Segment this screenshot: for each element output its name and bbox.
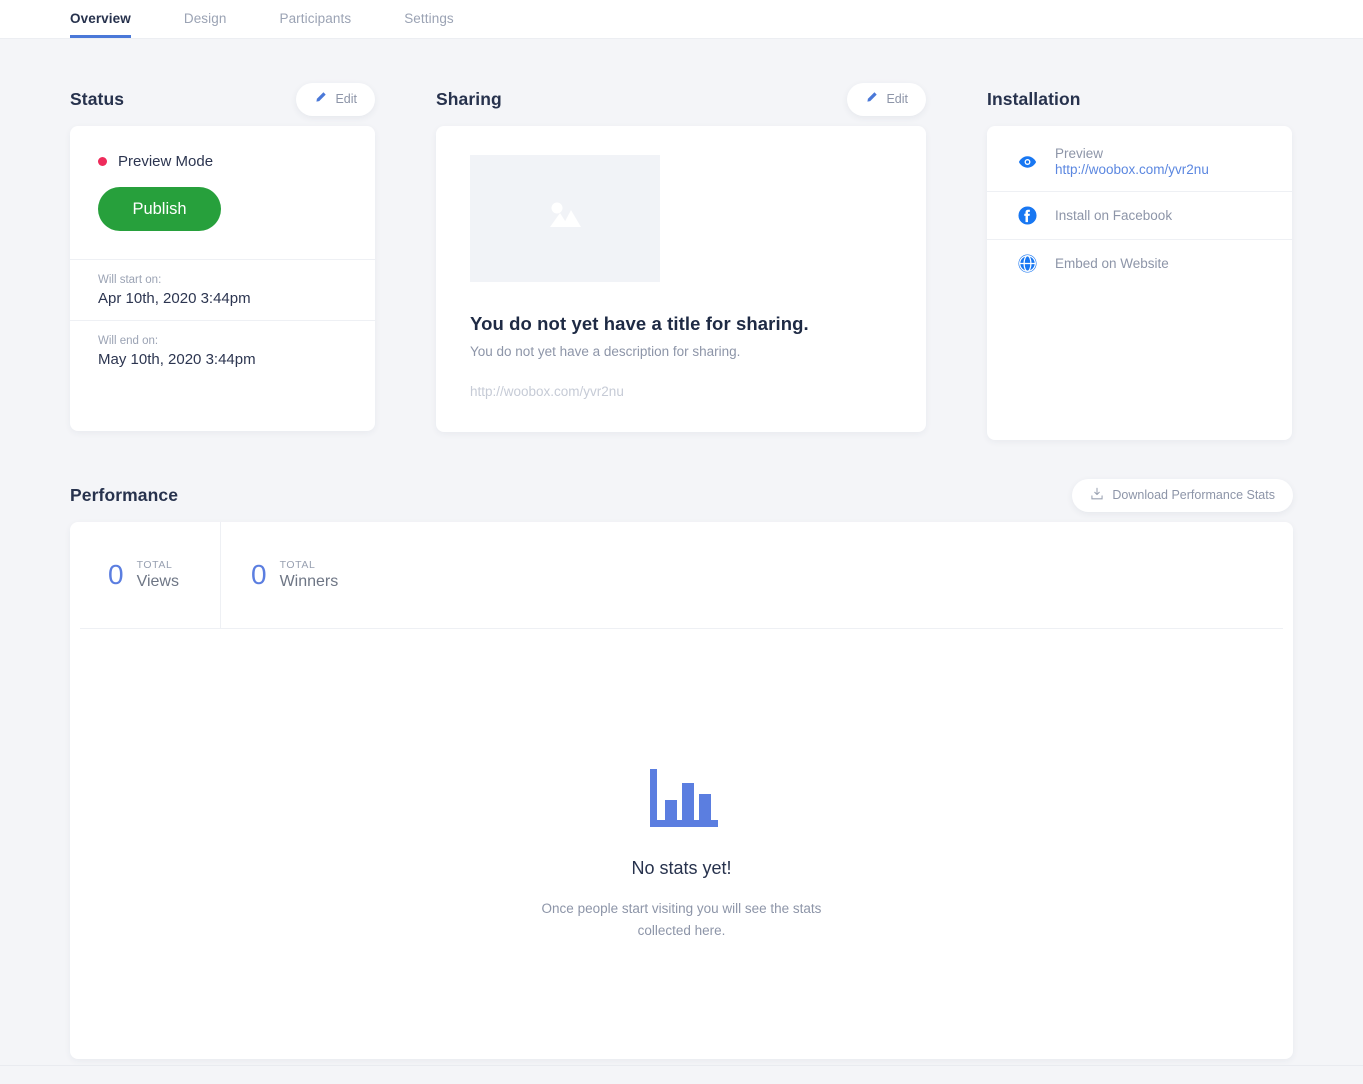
- install-preview-label: Preview: [1055, 146, 1209, 161]
- sharing-title-text: You do not yet have a title for sharing.: [470, 313, 892, 335]
- pencil-icon: [314, 91, 327, 107]
- performance-title: Performance: [70, 485, 178, 506]
- installation-header: Installation: [987, 80, 1292, 118]
- sharing-edit-button[interactable]: Edit: [847, 83, 926, 116]
- status-edit-label: Edit: [335, 92, 357, 106]
- tab-participants[interactable]: Participants: [279, 11, 351, 38]
- publish-button[interactable]: Publish: [98, 187, 221, 231]
- performance-empty-state: No stats yet! Once people start visiting…: [70, 769, 1293, 943]
- performance-empty-title: No stats yet!: [70, 858, 1293, 879]
- install-facebook-label: Install on Facebook: [1055, 208, 1172, 223]
- sharing-url-text: http://woobox.com/yvr2nu: [470, 384, 892, 399]
- tab-settings[interactable]: Settings: [404, 11, 454, 38]
- performance-divider: [80, 628, 1283, 629]
- stat-winners-name: Winners: [280, 572, 339, 591]
- pencil-icon: [865, 91, 878, 107]
- bar-chart-icon-wrap: [70, 769, 1293, 836]
- stat-views-meta: TOTAL Views: [137, 559, 179, 591]
- status-card-top: Preview Mode Publish: [70, 126, 375, 259]
- status-dot-icon: [98, 157, 107, 166]
- install-embed-label: Embed on Website: [1055, 256, 1169, 271]
- globe-icon: [1017, 254, 1038, 273]
- download-icon: [1090, 487, 1104, 504]
- sharing-description-text: You do not yet have a description for sh…: [470, 344, 892, 359]
- stat-views-name: Views: [137, 572, 179, 591]
- start-date-label: Will start on:: [98, 274, 347, 286]
- installation-card: Preview http://woobox.com/yvr2nu Install…: [987, 126, 1292, 440]
- sharing-title: Sharing: [436, 89, 502, 110]
- start-date-row: Will start on: Apr 10th, 2020 3:44pm: [70, 259, 375, 320]
- end-date-label: Will end on:: [98, 335, 347, 347]
- performance-empty-subtitle: Once people start visiting you will see …: [517, 898, 847, 943]
- sharing-card: You do not yet have a title for sharing.…: [436, 126, 926, 432]
- sharing-panel: Sharing Edit Yo: [436, 80, 926, 440]
- installation-panel: Installation Preview http://woobox.com/y…: [987, 80, 1292, 440]
- stat-views: 0 TOTAL Views: [70, 522, 220, 628]
- end-date-row: Will end on: May 10th, 2020 3:44pm: [70, 320, 375, 381]
- facebook-icon: [1017, 206, 1038, 225]
- bottom-divider: [0, 1065, 1363, 1066]
- stat-winners-total-label: TOTAL: [280, 559, 339, 572]
- status-panel: Status Edit Preview Mode Publish Will: [70, 80, 375, 440]
- install-row-preview[interactable]: Preview http://woobox.com/yvr2nu: [987, 132, 1292, 191]
- download-performance-stats-label: Download Performance Stats: [1112, 488, 1275, 502]
- sharing-image-placeholder: [470, 155, 660, 282]
- download-performance-stats-button[interactable]: Download Performance Stats: [1072, 479, 1293, 512]
- bar-chart-icon: [646, 769, 718, 836]
- status-header: Status Edit: [70, 80, 375, 118]
- sharing-header: Sharing Edit: [436, 80, 926, 118]
- install-preview-link[interactable]: http://woobox.com/yvr2nu: [1055, 162, 1209, 177]
- tab-overview[interactable]: Overview: [70, 11, 131, 38]
- install-facebook-text: Install on Facebook: [1055, 208, 1172, 223]
- end-date-value: May 10th, 2020 3:44pm: [98, 351, 347, 368]
- status-mode-label: Preview Mode: [118, 153, 213, 170]
- install-row-facebook[interactable]: Install on Facebook: [987, 191, 1292, 239]
- status-mode: Preview Mode: [98, 153, 347, 170]
- performance-card: 0 TOTAL Views 0 TOTAL Winners: [70, 522, 1293, 1059]
- performance-section: Performance Download Performance Stats 0…: [70, 476, 1293, 1059]
- stat-winners-value: 0: [251, 561, 267, 589]
- install-row-embed[interactable]: Embed on Website: [987, 239, 1292, 287]
- stat-winners-meta: TOTAL Winners: [280, 559, 339, 591]
- status-title: Status: [70, 89, 124, 110]
- stat-views-value: 0: [108, 561, 124, 589]
- stat-views-total-label: TOTAL: [137, 559, 179, 572]
- eye-icon: [1017, 155, 1038, 169]
- tab-design[interactable]: Design: [184, 11, 227, 38]
- performance-header: Performance Download Performance Stats: [70, 476, 1293, 514]
- status-card-filler: [70, 381, 375, 431]
- sharing-edit-label: Edit: [886, 92, 908, 106]
- status-edit-button[interactable]: Edit: [296, 83, 375, 116]
- install-embed-text: Embed on Website: [1055, 256, 1169, 271]
- tab-bar: Overview Design Participants Settings: [0, 0, 1363, 39]
- performance-stats-row: 0 TOTAL Views 0 TOTAL Winners: [70, 522, 1293, 628]
- image-icon: [542, 197, 588, 240]
- status-card: Preview Mode Publish Will start on: Apr …: [70, 126, 375, 431]
- installation-title: Installation: [987, 89, 1081, 110]
- stat-winners: 0 TOTAL Winners: [220, 522, 370, 628]
- overview-panels: Status Edit Preview Mode Publish Will: [0, 80, 1363, 440]
- start-date-value: Apr 10th, 2020 3:44pm: [98, 290, 347, 307]
- install-preview-text: Preview http://woobox.com/yvr2nu: [1055, 146, 1209, 177]
